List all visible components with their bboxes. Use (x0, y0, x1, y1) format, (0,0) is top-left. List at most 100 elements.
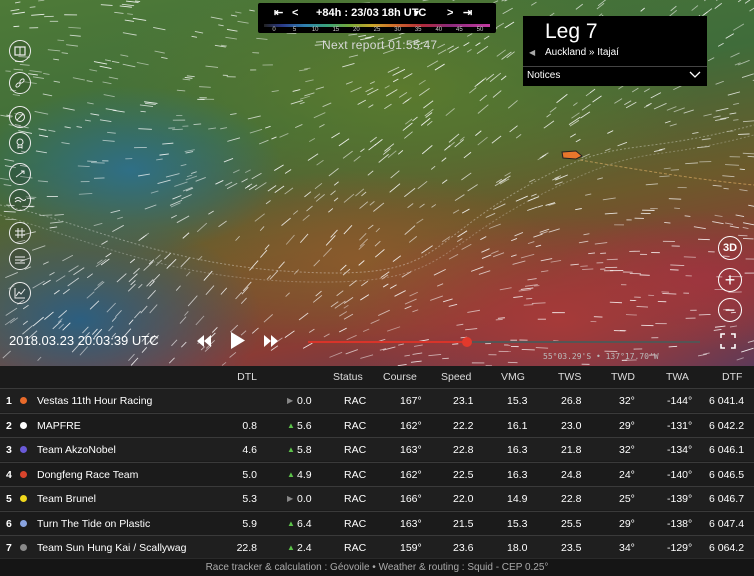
cell-delta: 0.0 (297, 395, 312, 407)
wind-speed-tick: 40 (435, 27, 443, 33)
wind-speed-tick: 35 (414, 27, 422, 33)
previous-step-button[interactable]: < (292, 5, 298, 21)
fast-forward-icon[interactable] (263, 334, 279, 348)
cell-speed: 23.1 (453, 395, 474, 407)
cell-dtf: 6 047.4 (709, 517, 745, 530)
trend-up-icon: ▲ (287, 543, 295, 552)
trend-up-icon: ▲ (287, 469, 295, 479)
cell-tws: 26.8 (561, 395, 582, 407)
team-name: Team Brunel (37, 493, 96, 505)
cell-dtl: 5.3 (242, 493, 257, 505)
current-icon[interactable] (9, 189, 31, 211)
cell-vmg: 15.3 (507, 517, 528, 530)
cell-twd: 32° (619, 444, 635, 456)
cell-delta: 5.8 (297, 444, 312, 456)
forecast-dropdown-icon[interactable]: ▼ (412, 5, 421, 21)
col-twa[interactable]: TWA (666, 366, 689, 388)
col-tws[interactable]: TWS (558, 366, 581, 388)
wind-speed-tick: 50 (476, 27, 484, 33)
cursor-coordinates: 55°03.29'S • 137°17.70'W (543, 352, 659, 361)
first-step-button[interactable]: ⇤ (274, 5, 283, 21)
cell-speed: 23.6 (453, 542, 474, 554)
col-status[interactable]: Status (333, 366, 363, 388)
col-dtf[interactable]: DTF (722, 366, 742, 388)
previous-leg-icon[interactable]: ◀ (529, 48, 535, 57)
table-row[interactable]: 1 Vestas 11th Hour Racing ▶ 0.0 RAC 167° 23.1 1… (0, 388, 754, 412)
table-row[interactable]: 3 Team AkzoNobel 4.6 ▲ 5.8 RAC 163° 22.8 16.3 21.… (0, 437, 754, 461)
zoom-in-icon[interactable]: + (718, 268, 742, 292)
next-step-button[interactable]: > (447, 5, 453, 21)
cell-dtl: 0.8 (242, 419, 257, 432)
col-vmg[interactable]: VMG (501, 366, 525, 388)
last-step-button[interactable]: ⇥ (463, 5, 472, 21)
zoom-out-icon[interactable]: − (718, 298, 742, 322)
cell-vmg: 15.3 (507, 395, 528, 407)
table-row[interactable]: 4 Dongfeng Race Team 5.0 ▲ 4.9 RAC 162° 22.5 16.… (0, 461, 754, 486)
rewind-icon[interactable] (196, 334, 212, 348)
chevron-down-icon[interactable] (689, 68, 701, 80)
cell-course: 166° (400, 493, 422, 505)
cell-delta: 0.0 (297, 493, 312, 505)
wind-speed-tick: 45 (456, 27, 463, 33)
cell-course: 162° (400, 468, 422, 481)
col-course[interactable]: Course (383, 366, 417, 388)
notices-label[interactable]: Notices (527, 70, 560, 81)
wind-speed-tick: 30 (394, 27, 401, 33)
grid-icon[interactable] (9, 222, 31, 244)
link-icon[interactable] (9, 72, 31, 94)
cell-vmg: 18.0 (507, 542, 528, 554)
weather-map[interactable]: ⇤ < +84h : 23/03 18h UTC ▼ > ⇥ 0 5 10 15 20 2… (0, 0, 754, 366)
layers-icon[interactable] (9, 248, 31, 270)
fullscreen-icon[interactable] (720, 333, 736, 349)
cell-status: RAC (344, 493, 367, 505)
cell-tws: 22.8 (561, 493, 582, 505)
col-twd[interactable]: TWD (611, 366, 635, 388)
leg-title: Leg 7 (545, 20, 598, 43)
wind-speed-tick: 15 (332, 27, 340, 33)
wind-arrows-icon[interactable] (9, 163, 31, 185)
divider (523, 66, 707, 67)
cell-tws: 24.8 (561, 468, 582, 481)
col-dtl[interactable]: DTL (237, 366, 257, 388)
cell-twa: -134° (667, 444, 693, 456)
badge-icon[interactable] (9, 132, 31, 154)
compass-icon[interactable] (9, 106, 31, 128)
team-color-dot (20, 544, 27, 551)
table-row[interactable]: 5 Team Brunel 5.3 ▶ 0.0 RAC 166° 22.0 14.9 22.8 25… (0, 486, 754, 510)
rank: 3 (6, 444, 12, 456)
trend-up-icon: ▲ (287, 445, 295, 454)
table-row[interactable]: 6 Turn The Tide on Plastic 5.9 ▲ 6.4 RAC 163° 2… (0, 510, 754, 535)
team-color-dot (20, 519, 27, 527)
rank: 6 (6, 517, 12, 530)
team-name: Team Sun Hung Kai / Scallywag (37, 542, 187, 554)
cell-dtl: 5.0 (242, 468, 257, 481)
table-row[interactable]: 7 Team Sun Hung Kai / Scallywag 22.8 ▲ 2.4 RA… (0, 535, 754, 559)
rank: 4 (6, 468, 12, 481)
col-speed[interactable]: Speed (441, 366, 471, 388)
cell-course: 163° (400, 444, 422, 456)
cell-vmg: 14.9 (507, 493, 528, 505)
credits-footer: Race tracker & calculation : Géovoile • … (0, 558, 754, 576)
table-row[interactable]: 2 MAPFRE 0.8 ▲ 5.6 RAC 162° 22.2 16.1 23.0 29° -131… (0, 412, 754, 437)
cell-twa: -144° (667, 395, 693, 407)
table-header: DTL Status Course Speed VMG TWS TWD TWA … (0, 366, 754, 388)
team-name: Dongfeng Race Team (37, 468, 139, 481)
cell-dtf: 6 042.2 (709, 419, 745, 432)
cell-status: RAC (344, 542, 367, 554)
play-icon[interactable] (230, 331, 246, 350)
map-book-icon[interactable] (9, 40, 31, 62)
chart-icon[interactable] (9, 282, 31, 304)
cell-twa: -140° (667, 468, 693, 481)
view-3d-button[interactable]: 3D (718, 236, 742, 260)
team-name: Turn The Tide on Plastic (37, 517, 151, 530)
cell-dtf: 6 041.4 (709, 395, 745, 407)
timeline-slider[interactable] (308, 337, 700, 347)
team-name: Team AkzoNobel (37, 444, 116, 456)
boat-marker-icon[interactable] (561, 150, 583, 160)
wind-speed-tick: 20 (353, 27, 360, 33)
cell-course: 162° (400, 419, 422, 432)
cell-dtl: 4.6 (242, 444, 257, 456)
cell-speed: 22.5 (453, 468, 474, 481)
timeline-handle[interactable] (461, 337, 472, 347)
cell-twd: 32° (619, 395, 635, 407)
